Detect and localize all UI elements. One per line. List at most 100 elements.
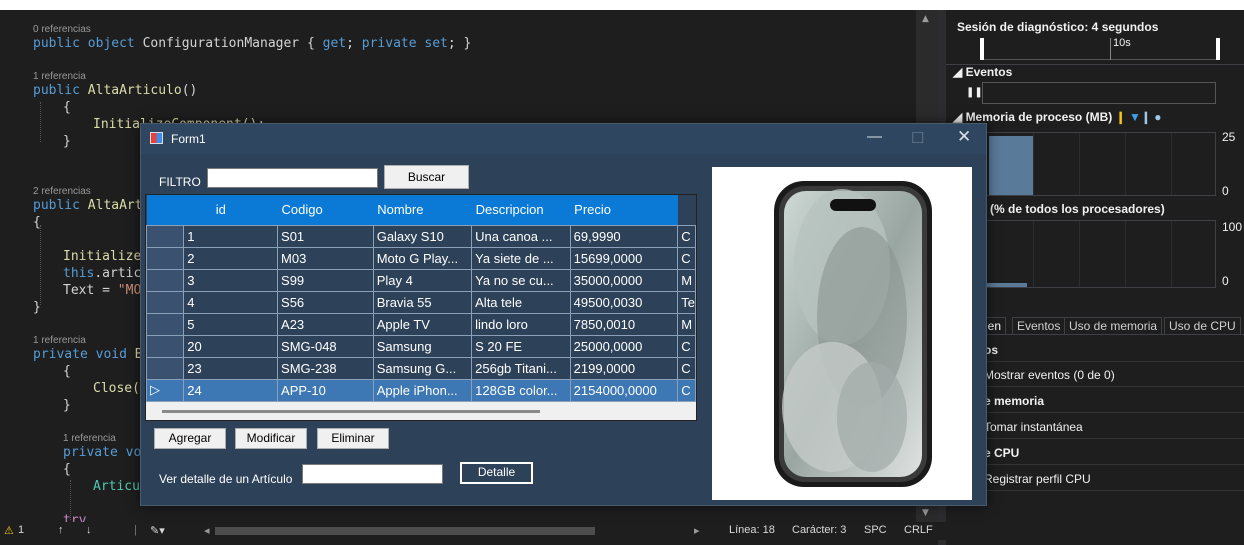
articles-grid[interactable]: id Codigo Nombre Descripcion Precio 1 S01…	[145, 194, 697, 421]
column-header-nombre[interactable]: Nombre	[373, 195, 472, 225]
code-line[interactable]: }	[63, 134, 71, 149]
row-header[interactable]	[146, 290, 185, 314]
table-cell[interactable]: Samsung	[372, 334, 473, 358]
code-line[interactable]: try	[63, 513, 86, 522]
table-row[interactable]: 1 S01 Galaxy S10 Una canoa ... 69,9990 C	[146, 224, 696, 248]
warning-count[interactable]: 1	[18, 524, 24, 536]
tab-cpu-usage[interactable]: Uso de CPU	[1164, 317, 1241, 335]
table-cell[interactable]: Galaxy S10	[372, 224, 473, 248]
table-cell[interactable]: SMG-048	[277, 334, 374, 358]
cpu-chart[interactable]	[986, 220, 1216, 288]
record-cpu-profile-link[interactable]: Registrar perfil CPU	[946, 467, 1244, 491]
cpu-title[interactable]: (% de todos los procesadores)	[990, 202, 1165, 216]
table-cell[interactable]: A23	[277, 312, 374, 336]
table-cell[interactable]: 15699,0000	[569, 246, 679, 270]
code-line[interactable]: {	[63, 462, 71, 477]
table-cell[interactable]: 4	[183, 290, 279, 314]
table-cell[interactable]: 128GB color...	[471, 378, 571, 402]
table-cell[interactable]: 2154000,0000	[569, 378, 679, 402]
table-cell[interactable]: 24	[183, 378, 279, 402]
table-cell[interactable]: Play 4	[372, 268, 473, 292]
events-track[interactable]	[982, 82, 1216, 104]
code-line[interactable]: public AltaArticulo()	[33, 83, 197, 98]
code-lens-refs[interactable]: 0 referencias	[33, 24, 91, 35]
table-cell[interactable]: Ya siete de ...	[471, 246, 571, 270]
table-row[interactable]: ▷ 24 APP-10 Apple iPhon... 128GB color... 215…	[146, 378, 696, 402]
table-cell[interactable]: Ya no se cu...	[471, 268, 571, 292]
row-header[interactable]	[146, 356, 185, 380]
table-row[interactable]: 23 SMG-238 Samsung G... 256gb Titani... 2199…	[146, 356, 696, 380]
table-cell[interactable]: C	[677, 224, 696, 248]
scroll-left-icon[interactable]: ◂	[204, 524, 210, 537]
code-line[interactable]: Initialize	[63, 249, 141, 264]
current-row-icon[interactable]: ▷	[146, 378, 185, 402]
detail-input[interactable]	[302, 464, 443, 484]
table-cell[interactable]: APP-10	[277, 378, 374, 402]
maximize-icon[interactable]: ☐	[911, 129, 924, 147]
events-title[interactable]: ◢ Eventos	[953, 65, 1012, 79]
table-cell[interactable]: S99	[277, 268, 374, 292]
table-cell[interactable]: 23	[183, 356, 279, 380]
grid-horizontal-scrollbar[interactable]	[146, 402, 696, 420]
code-line[interactable]: Close(	[93, 381, 140, 396]
table-cell[interactable]: Samsung G...	[372, 356, 473, 380]
filter-input[interactable]	[207, 168, 378, 188]
table-cell[interactable]: 5	[183, 312, 279, 336]
table-cell[interactable]: M	[677, 312, 696, 336]
table-row[interactable]: 5 A23 Apple TV lindo loro 7850,0010 M	[146, 312, 696, 336]
table-cell[interactable]: 2199,0000	[569, 356, 679, 380]
table-cell[interactable]: 20	[183, 334, 279, 358]
char-indicator[interactable]: Carácter: 3	[792, 524, 846, 536]
table-cell[interactable]: Una canoa ...	[471, 224, 571, 248]
table-cell[interactable]: M03	[277, 246, 374, 270]
close-icon[interactable]: ✕	[957, 127, 971, 147]
show-events-link[interactable]: Mostrar eventos (0 de 0)	[946, 363, 1244, 387]
row-header[interactable]	[146, 246, 185, 270]
code-line[interactable]: public AltaArt	[33, 198, 143, 213]
code-line[interactable]: public object ConfigurationManager { get…	[33, 36, 471, 51]
brush-icon[interactable]: ✎▾	[150, 524, 165, 537]
take-snapshot-link[interactable]: Tomar instantánea	[946, 415, 1244, 439]
table-cell[interactable]: 35000,0000	[569, 268, 679, 292]
code-lens-refs[interactable]: 2 referencias	[33, 186, 91, 197]
column-header-id[interactable]: id	[183, 195, 278, 225]
table-cell[interactable]: Apple TV	[372, 312, 473, 336]
code-line[interactable]: this.artic	[63, 266, 141, 281]
table-cell[interactable]: S56	[277, 290, 374, 314]
table-cell[interactable]: C	[677, 334, 696, 358]
code-lens-refs[interactable]: 1 referencia	[33, 335, 86, 346]
scroll-up-icon[interactable]: ▲	[922, 14, 929, 24]
code-line[interactable]: {	[33, 215, 41, 230]
code-line[interactable]: }	[33, 300, 41, 315]
row-header-corner[interactable]	[146, 195, 184, 225]
table-cell[interactable]: 1	[183, 224, 279, 248]
column-header-codigo[interactable]: Codigo	[277, 195, 374, 225]
table-cell[interactable]: 2	[183, 246, 279, 270]
edit-button[interactable]: Modificar	[235, 428, 307, 449]
code-line[interactable]: {	[63, 364, 71, 379]
table-cell[interactable]: C	[677, 378, 696, 402]
table-cell[interactable]: 49500,0030	[569, 290, 679, 314]
line-indicator[interactable]: Línea: 18	[729, 524, 775, 536]
code-lens-refs[interactable]: 1 referencia	[33, 71, 86, 82]
collapse-icon[interactable]: ◢	[953, 65, 966, 79]
code-line[interactable]: private vo	[63, 445, 141, 460]
warning-icon[interactable]: ⚠	[4, 524, 14, 537]
table-row[interactable]: 20 SMG-048 Samsung S 20 FE 25000,0000 C	[146, 334, 696, 358]
row-header[interactable]	[146, 224, 185, 248]
horizontal-scrollbar-thumb[interactable]	[215, 527, 595, 535]
table-cell[interactable]: Bravia 55	[372, 290, 473, 314]
tab-memory-usage[interactable]: Uso de memoria	[1064, 317, 1163, 335]
table-row[interactable]: 2 M03 Moto G Play... Ya siete de ... 15699,0…	[146, 246, 696, 270]
minimize-icon[interactable]: —	[867, 128, 882, 145]
arrow-up-icon[interactable]: ↑	[58, 524, 64, 536]
form-title-bar[interactable]: Form1 — ☐ ✕	[141, 124, 986, 154]
table-cell[interactable]: Alta tele	[471, 290, 571, 314]
table-cell[interactable]: SMG-238	[277, 356, 374, 380]
code-line[interactable]: }	[63, 398, 71, 413]
table-cell[interactable]: 3	[183, 268, 279, 292]
table-cell[interactable]: lindo loro	[471, 312, 571, 336]
arrow-down-icon[interactable]: ↓	[86, 524, 92, 536]
add-button[interactable]: Agregar	[154, 428, 226, 449]
table-cell[interactable]: M	[677, 268, 696, 292]
